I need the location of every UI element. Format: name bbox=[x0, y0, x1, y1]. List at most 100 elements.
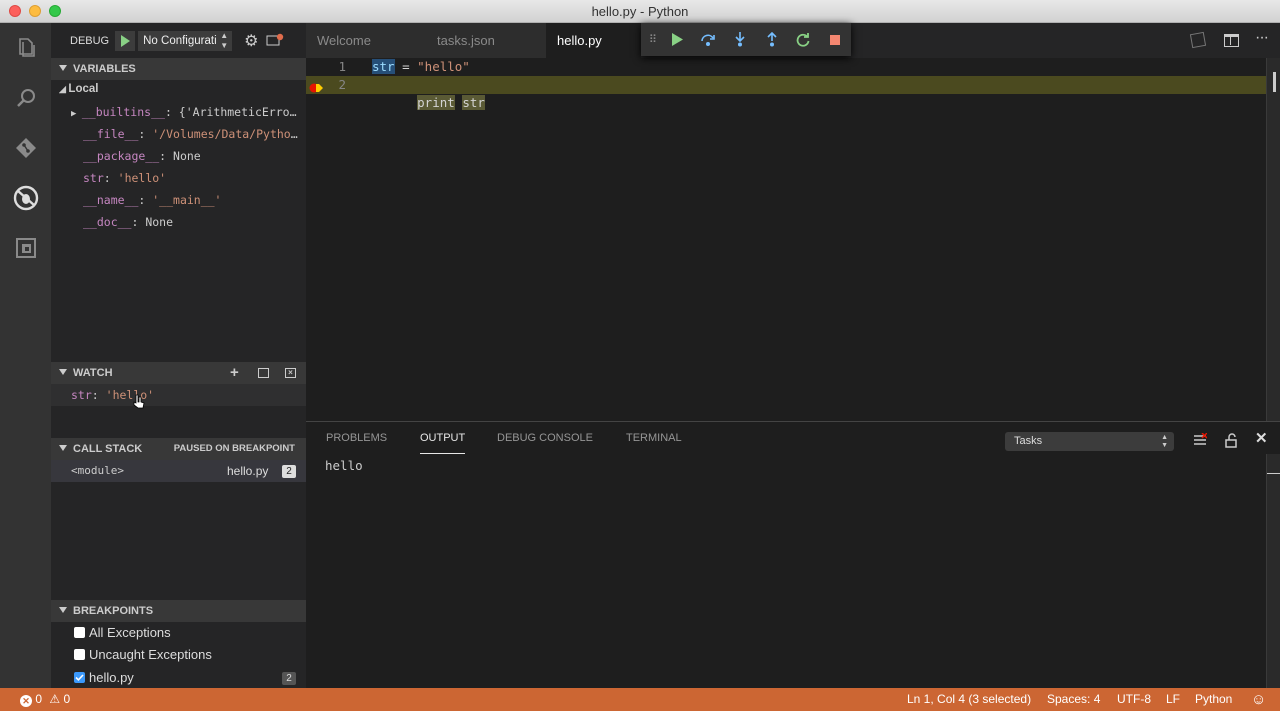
clear-output-icon[interactable] bbox=[1193, 432, 1208, 447]
title-bar: hello.py - Python bbox=[0, 0, 1280, 23]
variable-row[interactable]: __name__: '__main__' bbox=[83, 193, 301, 207]
collapse-all-icon[interactable] bbox=[258, 368, 269, 378]
variable-row[interactable]: __package__: None bbox=[83, 149, 301, 163]
call-stack-title: CALL STACK bbox=[73, 443, 143, 455]
debug-sidebar: DEBUG No Configurati ▲ ▼ ⚙ VARIABLES ◢ Lo… bbox=[51, 23, 306, 688]
configuration-select[interactable]: No Configurati ▲ ▼ bbox=[138, 31, 233, 51]
tab-problems[interactable]: PROBLEMS bbox=[326, 432, 387, 454]
local-scope-label: Local bbox=[68, 83, 99, 95]
output-channel-select[interactable]: Tasks ▲ ▼ bbox=[1005, 432, 1174, 451]
debug-toolbar-header: DEBUG No Configurati ▲ ▼ ⚙ bbox=[51, 23, 306, 59]
variable-row[interactable]: __file__: '/Volumes/Data/Python/… bbox=[83, 127, 301, 141]
keyword-token: print bbox=[417, 95, 455, 110]
step-into-button[interactable] bbox=[724, 23, 756, 56]
variables-section-header[interactable]: VARIABLES bbox=[51, 58, 306, 80]
code-text: print str bbox=[372, 76, 485, 130]
cursor-position[interactable]: Ln 1, Col 4 (3 selected) bbox=[907, 688, 1031, 711]
breakpoint-checkbox-checked[interactable] bbox=[74, 672, 85, 683]
panel-scrollbar[interactable] bbox=[1266, 454, 1280, 689]
compare-icon[interactable] bbox=[1189, 31, 1207, 49]
collapse-icon bbox=[59, 65, 67, 71]
split-editor-icon[interactable] bbox=[1224, 34, 1239, 47]
output-channel-value: Tasks bbox=[1014, 435, 1043, 447]
breakpoint-checkbox[interactable] bbox=[74, 627, 85, 638]
breakpoints-title: BREAKPOINTS bbox=[73, 605, 154, 617]
editor-scrollbar[interactable] bbox=[1266, 58, 1280, 421]
close-window-button[interactable] bbox=[9, 5, 21, 17]
variable-sep: : bbox=[138, 193, 153, 207]
tab-terminal[interactable]: TERMINAL bbox=[626, 432, 682, 454]
collapse-icon bbox=[59, 445, 67, 451]
more-actions-icon[interactable]: ··· bbox=[1255, 29, 1269, 47]
tab-debug-console[interactable]: DEBUG CONSOLE bbox=[497, 432, 593, 454]
debug-icon[interactable] bbox=[13, 185, 39, 211]
call-stack-section-header[interactable]: CALL STACK PAUSED ON BREAKPOINT bbox=[51, 438, 306, 460]
lock-scroll-icon[interactable] bbox=[1224, 433, 1238, 451]
tab-output[interactable]: OUTPUT bbox=[420, 432, 466, 454]
call-stack-row[interactable]: <module> hello.py 2 bbox=[51, 460, 306, 482]
search-icon[interactable] bbox=[13, 85, 39, 111]
frame-name: <module> bbox=[71, 464, 124, 477]
variable-value: 'hello' bbox=[117, 171, 167, 185]
warning-icon: ⚠ bbox=[49, 692, 61, 706]
source-control-icon[interactable] bbox=[13, 135, 39, 161]
maximize-window-button[interactable] bbox=[49, 5, 61, 17]
encoding[interactable]: UTF-8 bbox=[1117, 688, 1151, 711]
breakpoint-row[interactable]: All Exceptions bbox=[74, 625, 171, 640]
breakpoint-row[interactable]: hello.py 2 bbox=[74, 670, 296, 685]
local-scope[interactable]: ◢ Local bbox=[59, 83, 98, 95]
variable-sep: : bbox=[131, 215, 146, 229]
drag-handle-icon[interactable]: ⠿ bbox=[645, 33, 661, 46]
extensions-icon[interactable] bbox=[13, 235, 39, 261]
activity-bar bbox=[0, 23, 51, 688]
error-icon: ✕ bbox=[20, 695, 32, 707]
step-out-icon bbox=[767, 32, 777, 47]
variable-row[interactable]: str: 'hello' bbox=[83, 171, 301, 185]
explorer-icon[interactable] bbox=[13, 35, 39, 61]
step-out-button[interactable] bbox=[756, 23, 788, 56]
language-mode[interactable]: Python bbox=[1195, 688, 1232, 711]
variable-value: '/Volumes/Data/Python/… bbox=[152, 127, 301, 141]
expanded-icon: ◢ bbox=[59, 84, 69, 94]
variable-sep: : bbox=[164, 105, 179, 119]
code-line[interactable]: 1 str = "hello" bbox=[306, 58, 1280, 76]
collapse-icon bbox=[59, 369, 67, 375]
variable-name: __builtins__ bbox=[81, 105, 165, 119]
expand-icon: ▶ bbox=[71, 109, 82, 119]
selected-token: str bbox=[372, 59, 395, 74]
variable-row[interactable]: __doc__: None bbox=[83, 215, 301, 229]
tab-welcome[interactable]: Welcome bbox=[306, 23, 426, 58]
tab-tasks-json[interactable]: tasks.json bbox=[426, 23, 546, 58]
remove-all-icon[interactable]: × bbox=[285, 368, 296, 378]
restart-button[interactable] bbox=[788, 23, 820, 56]
end-of-line[interactable]: LF bbox=[1166, 688, 1180, 711]
indentation[interactable]: Spaces: 4 bbox=[1047, 688, 1100, 711]
breakpoint-marker-icon[interactable] bbox=[309, 80, 323, 93]
start-debug-button[interactable] bbox=[115, 31, 136, 51]
variable-name: __file__ bbox=[83, 127, 139, 141]
continue-button[interactable] bbox=[661, 23, 693, 56]
variable-value: {'ArithmeticError'… bbox=[178, 105, 301, 119]
current-line[interactable]: 2 print str bbox=[306, 76, 1280, 110]
add-expression-icon[interactable]: + bbox=[230, 362, 239, 384]
mouse-cursor-icon bbox=[133, 394, 145, 409]
code-text: str = "hello" bbox=[372, 58, 470, 76]
stop-button[interactable] bbox=[819, 23, 851, 56]
variable-sep: : bbox=[159, 149, 174, 163]
gear-icon[interactable]: ⚙ bbox=[244, 31, 258, 51]
variable-name: __package__ bbox=[83, 149, 160, 163]
feedback-smiley-icon[interactable]: ☺ bbox=[1251, 688, 1266, 711]
watch-section-header[interactable]: WATCH + × bbox=[51, 362, 306, 384]
minimize-window-button[interactable] bbox=[29, 5, 41, 17]
breakpoint-label: All Exceptions bbox=[89, 625, 171, 640]
open-console-icon[interactable] bbox=[266, 33, 284, 50]
debug-label: DEBUG bbox=[70, 35, 110, 47]
breakpoint-checkbox[interactable] bbox=[74, 649, 85, 660]
close-panel-icon[interactable]: ✕ bbox=[1255, 429, 1268, 447]
breakpoint-row[interactable]: Uncaught Exceptions bbox=[74, 647, 212, 662]
tab-hello-py[interactable]: hello.py bbox=[546, 23, 641, 58]
breakpoints-section-header[interactable]: BREAKPOINTS bbox=[51, 600, 306, 622]
variable-row[interactable]: ▶ __builtins__: {'ArithmeticError'… bbox=[71, 105, 301, 119]
step-over-button[interactable] bbox=[693, 23, 725, 56]
problems-status[interactable]: ✕ 0 ⚠ 0 bbox=[20, 688, 70, 711]
